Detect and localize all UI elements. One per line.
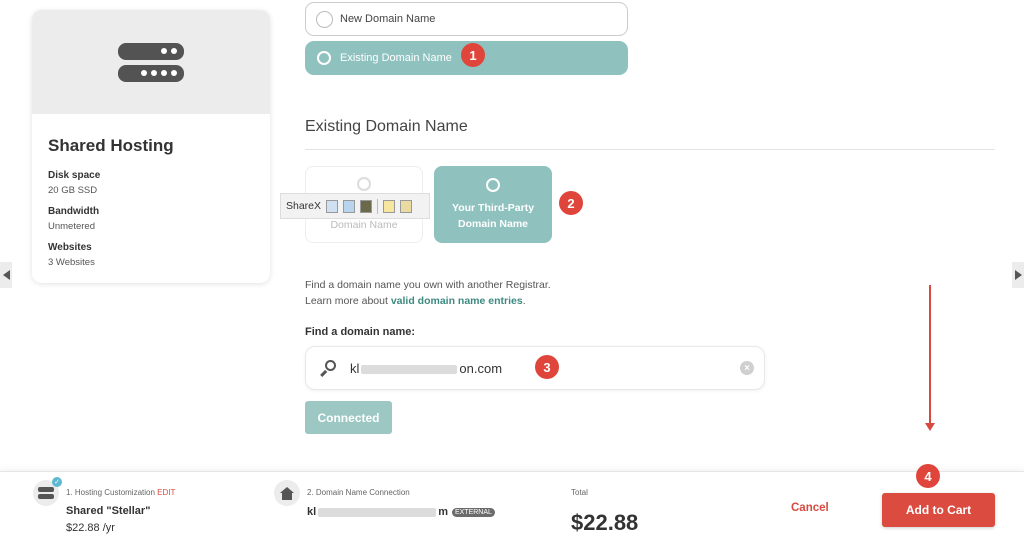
annotation-badge-3: 3 xyxy=(535,355,559,379)
arrow-left-icon xyxy=(2,270,10,280)
clipboard-icon[interactable] xyxy=(383,199,396,213)
find-domain-label: Find a domain name: xyxy=(305,326,416,338)
domain-value: kl m EXTERNAL xyxy=(307,506,495,518)
annotation-arrow-head xyxy=(925,423,935,431)
hosting-title: Shared Hosting xyxy=(48,136,174,155)
server-icon xyxy=(118,42,184,82)
spec-disk-space: Disk space 20 GB SSD xyxy=(48,170,254,196)
arrow-right-icon xyxy=(1014,270,1022,280)
carousel-next-button[interactable] xyxy=(1012,262,1024,288)
sharex-label: ShareX xyxy=(286,200,322,212)
radio-selected-icon xyxy=(317,51,331,65)
carousel-prev-button[interactable] xyxy=(0,262,12,288)
radio-selected-icon xyxy=(486,177,500,192)
sharex-toolbar: ShareX xyxy=(280,193,430,219)
third-party-domain-tile[interactable]: Your Third-Party Domain Name xyxy=(434,166,552,243)
new-domain-option[interactable]: New Domain Name xyxy=(305,2,628,36)
capture-screen-icon[interactable] xyxy=(360,199,373,213)
existing-domain-label: Existing Domain Name xyxy=(340,52,452,64)
clear-icon[interactable]: × xyxy=(740,361,754,375)
spec-websites: Websites 3 Websites xyxy=(48,242,254,268)
spec-value: Unmetered xyxy=(48,221,95,232)
server-icon xyxy=(38,487,54,499)
hosting-card: Shared Hosting Disk space 20 GB SSD Band… xyxy=(32,10,270,283)
total-value: $22.88 xyxy=(571,510,639,535)
info-suffix: . xyxy=(522,295,526,307)
search-value: kl on.com xyxy=(350,360,503,376)
home-icon xyxy=(280,486,294,500)
domain-step-icon xyxy=(274,480,300,506)
section-title: Existing Domain Name xyxy=(305,118,468,135)
cancel-button[interactable]: Cancel xyxy=(791,502,829,514)
total-label: Total xyxy=(571,488,588,497)
annotation-badge-1: 1 xyxy=(461,43,485,67)
spec-value: 20 GB SSD xyxy=(48,185,98,196)
third-party-domain-label: Your Third-Party Domain Name xyxy=(451,201,535,230)
capture-window-icon[interactable] xyxy=(343,199,356,213)
checkout-footer xyxy=(0,471,1024,543)
plan-name: Shared "Stellar" xyxy=(66,505,151,517)
capture-region-icon[interactable] xyxy=(326,199,339,213)
connected-button[interactable]: Connected xyxy=(305,401,392,434)
step2-label: 2. Domain Name Connection xyxy=(307,488,410,497)
info-line: Find a domain name you own with another … xyxy=(305,279,551,291)
annotation-arrow-line xyxy=(929,285,931,427)
registrar-info: Find a domain name you own with another … xyxy=(305,277,551,309)
tasks-icon[interactable] xyxy=(400,199,413,213)
radio-unselected-icon xyxy=(357,176,371,191)
spec-label: Disk space xyxy=(48,170,101,181)
redacted-text xyxy=(361,364,458,374)
new-domain-label: New Domain Name xyxy=(340,13,436,25)
info-line-2: Learn more about valid domain name entri… xyxy=(305,293,551,309)
edit-link[interactable]: EDIT xyxy=(157,488,175,497)
spec-label: Websites xyxy=(48,242,92,253)
annotation-badge-4: 4 xyxy=(916,464,940,488)
spec-value: 3 Websites xyxy=(48,257,95,268)
plan-price: $22.88 /yr xyxy=(66,522,115,534)
page: Shared Hosting Disk space 20 GB SSD Band… xyxy=(0,0,1024,543)
toolbar-divider xyxy=(377,198,379,214)
step1-label: 1. Hosting Customization EDIT xyxy=(66,488,176,497)
info-prefix: Learn more about xyxy=(305,295,391,307)
search-icon xyxy=(320,359,338,377)
spec-bandwidth: Bandwidth Unmetered xyxy=(48,206,254,232)
hosting-step-icon: ✓ xyxy=(33,477,62,506)
external-badge: EXTERNAL xyxy=(451,507,495,517)
redacted-text xyxy=(318,507,437,517)
radio-unselected-icon xyxy=(316,10,333,28)
check-icon: ✓ xyxy=(52,477,62,487)
spec-label: Bandwidth xyxy=(48,206,100,217)
section-divider xyxy=(305,149,995,150)
annotation-badge-2: 2 xyxy=(559,191,583,215)
valid-domain-entries-link[interactable]: valid domain name entries xyxy=(391,295,523,307)
hosting-image xyxy=(32,10,270,114)
add-to-cart-button[interactable]: Add to Cart xyxy=(882,493,995,527)
